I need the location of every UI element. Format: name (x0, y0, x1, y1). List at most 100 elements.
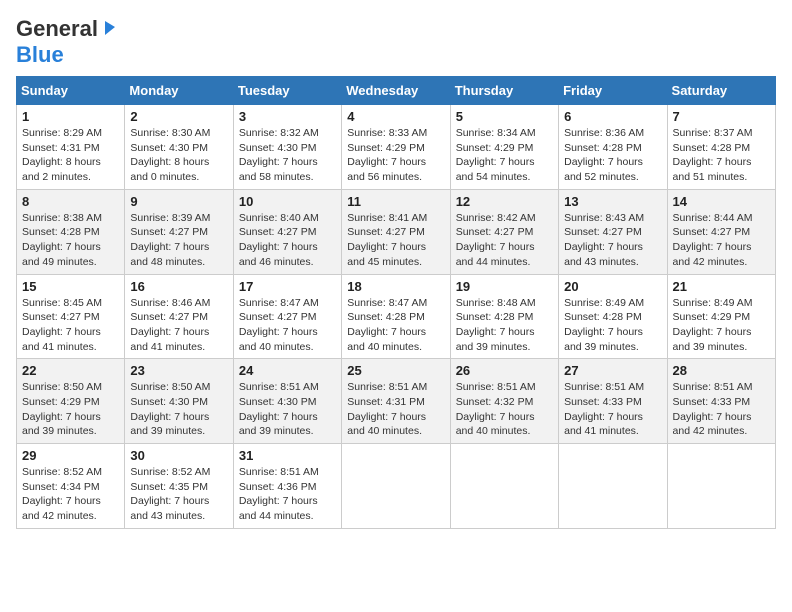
day-number: 8 (22, 194, 119, 209)
calendar-day-cell: 4Sunrise: 8:33 AMSunset: 4:29 PMDaylight… (342, 105, 450, 190)
day-number: 29 (22, 448, 119, 463)
day-number: 5 (456, 109, 553, 124)
day-number: 17 (239, 279, 336, 294)
calendar-day-cell: 6 Sunrise: 8:36 AMSunset: 4:28 PMDaylight… (559, 105, 667, 190)
calendar-day-cell: 11 Sunrise: 8:41 AMSunset: 4:27 PMDayligh… (342, 189, 450, 274)
column-header-wednesday: Wednesday (342, 77, 450, 105)
calendar-day-cell: 26 Sunrise: 8:51 AMSunset: 4:32 PMDayligh… (450, 359, 558, 444)
day-number: 28 (673, 363, 770, 378)
calendar-week-row: 8 Sunrise: 8:38 AMSunset: 4:28 PMDaylight… (17, 189, 776, 274)
calendar-day-cell: 18 Sunrise: 8:47 AMSunset: 4:28 PMDayligh… (342, 274, 450, 359)
calendar-day-cell: 13Sunrise: 8:43 AMSunset: 4:27 PMDayligh… (559, 189, 667, 274)
column-header-thursday: Thursday (450, 77, 558, 105)
day-info: Sunrise: 8:43 AMSunset: 4:27 PMDaylight:… (564, 211, 661, 270)
day-number: 27 (564, 363, 661, 378)
calendar-day-cell: 27 Sunrise: 8:51 AMSunset: 4:33 PMDayligh… (559, 359, 667, 444)
day-info: Sunrise: 8:45 AMSunset: 4:27 PMDaylight:… (22, 296, 119, 355)
day-info: Sunrise: 8:34 AMSunset: 4:29 PMDaylight:… (456, 126, 553, 185)
column-header-monday: Monday (125, 77, 233, 105)
calendar-day-cell: 8 Sunrise: 8:38 AMSunset: 4:28 PMDaylight… (17, 189, 125, 274)
calendar-day-cell: 12Sunrise: 8:42 AMSunset: 4:27 PMDayligh… (450, 189, 558, 274)
day-info: Sunrise: 8:41 AMSunset: 4:27 PMDaylight:… (347, 211, 444, 270)
day-number: 6 (564, 109, 661, 124)
calendar-day-cell: 30 Sunrise: 8:52 AMSunset: 4:35 PMDayligh… (125, 444, 233, 529)
day-number: 11 (347, 194, 444, 209)
calendar-header-row: SundayMondayTuesdayWednesdayThursdayFrid… (17, 77, 776, 105)
day-info: Sunrise: 8:32 AMSunset: 4:30 PMDaylight:… (239, 126, 336, 185)
calendar-day-cell: 23 Sunrise: 8:50 AMSunset: 4:30 PMDayligh… (125, 359, 233, 444)
calendar-day-cell: 15 Sunrise: 8:45 AMSunset: 4:27 PMDayligh… (17, 274, 125, 359)
calendar-day-cell: 25Sunrise: 8:51 AMSunset: 4:31 PMDayligh… (342, 359, 450, 444)
day-info: Sunrise: 8:51 AMSunset: 4:33 PMDaylight:… (673, 380, 770, 439)
day-info: Sunrise: 8:40 AMSunset: 4:27 PMDaylight:… (239, 211, 336, 270)
calendar-week-row: 29Sunrise: 8:52 AMSunset: 4:34 PMDayligh… (17, 444, 776, 529)
calendar-day-cell: 31Sunrise: 8:51 AMSunset: 4:36 PMDayligh… (233, 444, 341, 529)
day-info: Sunrise: 8:44 AMSunset: 4:27 PMDaylight:… (673, 211, 770, 270)
day-number: 30 (130, 448, 227, 463)
day-number: 2 (130, 109, 227, 124)
day-info: Sunrise: 8:37 AMSunset: 4:28 PMDaylight:… (673, 126, 770, 185)
day-number: 14 (673, 194, 770, 209)
calendar-day-cell: 21 Sunrise: 8:49 AMSunset: 4:29 PMDayligh… (667, 274, 775, 359)
calendar-day-cell: 7 Sunrise: 8:37 AMSunset: 4:28 PMDaylight… (667, 105, 775, 190)
day-number: 1 (22, 109, 119, 124)
day-info: Sunrise: 8:30 AMSunset: 4:30 PMDaylight:… (130, 126, 227, 185)
day-info: Sunrise: 8:33 AMSunset: 4:29 PMDaylight:… (347, 126, 444, 185)
day-number: 19 (456, 279, 553, 294)
column-header-friday: Friday (559, 77, 667, 105)
day-info: Sunrise: 8:51 AMSunset: 4:32 PMDaylight:… (456, 380, 553, 439)
day-info: Sunrise: 8:38 AMSunset: 4:28 PMDaylight:… (22, 211, 119, 270)
day-info: Sunrise: 8:51 AMSunset: 4:30 PMDaylight:… (239, 380, 336, 439)
logo-general: General (16, 16, 98, 42)
day-info: Sunrise: 8:49 AMSunset: 4:29 PMDaylight:… (673, 296, 770, 355)
calendar-day-cell: 5 Sunrise: 8:34 AMSunset: 4:29 PMDaylight… (450, 105, 558, 190)
day-number: 16 (130, 279, 227, 294)
calendar-day-cell: 28 Sunrise: 8:51 AMSunset: 4:33 PMDayligh… (667, 359, 775, 444)
day-info: Sunrise: 8:50 AMSunset: 4:29 PMDaylight:… (22, 380, 119, 439)
day-number: 21 (673, 279, 770, 294)
day-info: Sunrise: 8:47 AMSunset: 4:27 PMDaylight:… (239, 296, 336, 355)
empty-cell (342, 444, 450, 529)
day-info: Sunrise: 8:50 AMSunset: 4:30 PMDaylight:… (130, 380, 227, 439)
day-number: 18 (347, 279, 444, 294)
day-info: Sunrise: 8:52 AMSunset: 4:35 PMDaylight:… (130, 465, 227, 524)
calendar-day-cell: 16 Sunrise: 8:46 AMSunset: 4:27 PMDayligh… (125, 274, 233, 359)
column-header-tuesday: Tuesday (233, 77, 341, 105)
empty-cell (559, 444, 667, 529)
calendar-day-cell: 10Sunrise: 8:40 AMSunset: 4:27 PMDayligh… (233, 189, 341, 274)
column-header-sunday: Sunday (17, 77, 125, 105)
day-info: Sunrise: 8:48 AMSunset: 4:28 PMDaylight:… (456, 296, 553, 355)
logo-arrow-icon (101, 19, 119, 42)
column-header-saturday: Saturday (667, 77, 775, 105)
day-info: Sunrise: 8:47 AMSunset: 4:28 PMDaylight:… (347, 296, 444, 355)
calendar-day-cell: 29Sunrise: 8:52 AMSunset: 4:34 PMDayligh… (17, 444, 125, 529)
calendar-week-row: 1 Sunrise: 8:29 AMSunset: 4:31 PMDaylight… (17, 105, 776, 190)
empty-cell (667, 444, 775, 529)
day-number: 15 (22, 279, 119, 294)
logo-blue: Blue (16, 42, 64, 67)
calendar-day-cell: 1 Sunrise: 8:29 AMSunset: 4:31 PMDaylight… (17, 105, 125, 190)
day-info: Sunrise: 8:36 AMSunset: 4:28 PMDaylight:… (564, 126, 661, 185)
day-info: Sunrise: 8:46 AMSunset: 4:27 PMDaylight:… (130, 296, 227, 355)
day-info: Sunrise: 8:29 AMSunset: 4:31 PMDaylight:… (22, 126, 119, 185)
day-number: 23 (130, 363, 227, 378)
page-header: General Blue (16, 16, 776, 68)
day-info: Sunrise: 8:42 AMSunset: 4:27 PMDaylight:… (456, 211, 553, 270)
calendar-day-cell: 17 Sunrise: 8:47 AMSunset: 4:27 PMDayligh… (233, 274, 341, 359)
calendar-day-cell: 19 Sunrise: 8:48 AMSunset: 4:28 PMDayligh… (450, 274, 558, 359)
day-number: 7 (673, 109, 770, 124)
day-info: Sunrise: 8:51 AMSunset: 4:33 PMDaylight:… (564, 380, 661, 439)
calendar-day-cell: 20Sunrise: 8:49 AMSunset: 4:28 PMDayligh… (559, 274, 667, 359)
day-info: Sunrise: 8:51 AMSunset: 4:36 PMDaylight:… (239, 465, 336, 524)
empty-cell (450, 444, 558, 529)
calendar-day-cell: 14 Sunrise: 8:44 AMSunset: 4:27 PMDayligh… (667, 189, 775, 274)
day-number: 24 (239, 363, 336, 378)
day-info: Sunrise: 8:39 AMSunset: 4:27 PMDaylight:… (130, 211, 227, 270)
calendar-day-cell: 3 Sunrise: 8:32 AMSunset: 4:30 PMDaylight… (233, 105, 341, 190)
day-number: 3 (239, 109, 336, 124)
day-number: 26 (456, 363, 553, 378)
calendar-week-row: 15 Sunrise: 8:45 AMSunset: 4:27 PMDayligh… (17, 274, 776, 359)
calendar-day-cell: 24 Sunrise: 8:51 AMSunset: 4:30 PMDayligh… (233, 359, 341, 444)
day-info: Sunrise: 8:49 AMSunset: 4:28 PMDaylight:… (564, 296, 661, 355)
day-number: 25 (347, 363, 444, 378)
